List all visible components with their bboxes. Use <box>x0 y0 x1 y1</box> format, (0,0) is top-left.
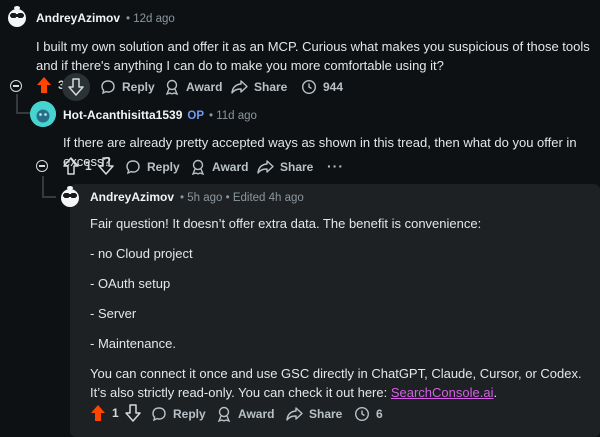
award-label: Award <box>212 160 249 174</box>
thread-line-reply <box>42 176 44 196</box>
avatar[interactable] <box>30 101 56 127</box>
award-label: Award <box>238 407 275 421</box>
downvote-icon[interactable] <box>97 157 114 175</box>
comment-paragraph: Fair question! It doesn’t offer extra da… <box>90 216 482 231</box>
comment-paragraph: You can connect it once and use GSC dire… <box>90 364 593 402</box>
op-badge: OP <box>187 110 204 122</box>
comment-author[interactable]: Hot-Acanthisitta1539 <box>63 108 182 122</box>
views-icon <box>301 79 317 95</box>
comment-list-item: - no Cloud project <box>90 246 193 261</box>
share-label: Share <box>309 407 343 421</box>
paragraph-end: . <box>493 385 498 400</box>
reply-label: Reply <box>147 160 180 174</box>
comment-author[interactable]: AndreyAzimov <box>90 190 174 204</box>
award-icon <box>191 159 205 175</box>
award-icon <box>165 79 179 95</box>
share-label: Share <box>254 80 288 94</box>
more-icon: ··· <box>327 158 344 174</box>
reply-button[interactable]: Reply <box>125 159 180 175</box>
searchconsole-link[interactable]: SearchConsole.ai <box>391 385 494 400</box>
collapse-icon[interactable] <box>10 80 22 92</box>
comment-author[interactable]: AndreyAzimov <box>36 11 120 25</box>
downvote-icon[interactable] <box>124 404 141 422</box>
views-count: 6 <box>354 406 383 422</box>
collapse-icon[interactable] <box>36 160 48 172</box>
comment-body: I built my own solution and offer it as … <box>36 39 590 73</box>
reply-label: Reply <box>173 407 206 421</box>
award-icon <box>217 406 231 422</box>
comment-timestamp: • 12d ago <box>126 13 175 25</box>
comment-timestamp: • 11d ago <box>209 110 257 122</box>
upvote-icon[interactable] <box>63 157 79 175</box>
reply-button[interactable]: Reply <box>100 79 155 95</box>
views-icon <box>354 406 370 422</box>
upvote-icon[interactable] <box>36 76 52 94</box>
thread-line-curve-1 <box>16 112 30 114</box>
share-button[interactable]: Share <box>231 79 287 95</box>
thread-line-curve-2 <box>42 196 56 198</box>
reply-icon <box>101 80 115 95</box>
more-options-button[interactable]: ··· <box>327 158 344 174</box>
share-icon <box>286 407 303 421</box>
award-label: Award <box>186 80 223 94</box>
comment-list-item: - Maintenance. <box>90 336 176 351</box>
award-button[interactable]: Award <box>190 159 248 175</box>
thread-line-main <box>16 94 18 112</box>
paragraph-text: You can connect it once and use GSC dire… <box>90 366 582 400</box>
share-icon <box>231 80 248 94</box>
avatar[interactable] <box>4 4 30 30</box>
downvote-icon[interactable] <box>68 78 84 96</box>
comment-timestamp: • 5h ago • Edited 4h ago <box>180 192 304 204</box>
share-icon <box>257 160 274 174</box>
reply-icon <box>152 407 166 422</box>
reply-icon <box>126 160 140 175</box>
views-label: 944 <box>323 80 344 94</box>
views-label: 6 <box>376 407 383 421</box>
upvote-icon[interactable] <box>90 404 106 422</box>
award-button[interactable]: Award <box>216 406 274 422</box>
comment-list-item: - Server <box>90 306 137 321</box>
vote-count: 1 <box>85 159 92 173</box>
share-button[interactable]: Share <box>257 159 313 175</box>
reply-button[interactable]: Reply <box>151 406 206 422</box>
views-count: 944 <box>301 79 343 95</box>
vote-count: 1 <box>112 406 119 420</box>
reply-label: Reply <box>122 80 155 94</box>
share-label: Share <box>280 160 314 174</box>
award-button[interactable]: Award <box>164 79 222 95</box>
comment-list-item: - OAuth setup <box>90 276 171 291</box>
avatar[interactable] <box>57 184 83 210</box>
share-button[interactable]: Share <box>286 406 342 422</box>
